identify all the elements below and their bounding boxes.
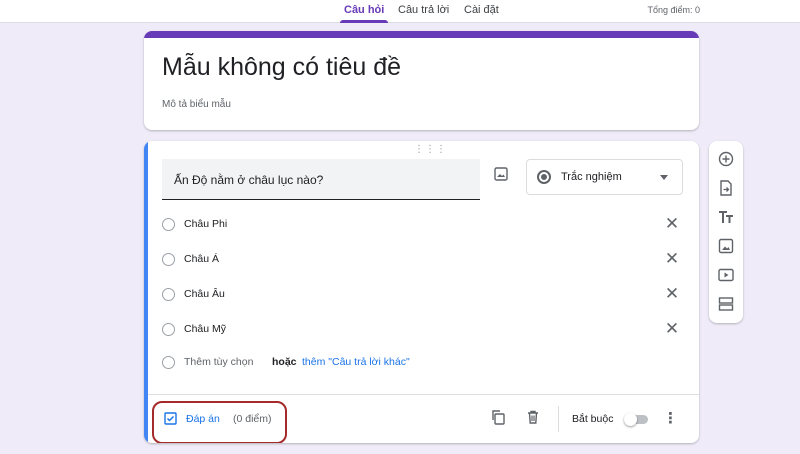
form-title-card: Mẫu không có tiêu đề Mô tả biểu mẫu bbox=[144, 31, 699, 130]
option-label[interactable]: Châu Á bbox=[184, 253, 219, 265]
question-input[interactable]: Ấn Độ nằm ở châu lục nào? bbox=[162, 159, 480, 200]
question-footer: Đáp án (0 điểm) Bắt buộc ⋮ bbox=[148, 394, 699, 443]
add-title-icon[interactable] bbox=[717, 208, 735, 226]
close-icon[interactable]: ✕ bbox=[662, 284, 682, 304]
option-label[interactable]: Châu Âu bbox=[184, 288, 225, 300]
radio-circle-icon bbox=[162, 218, 175, 231]
question-type-label: Trắc nghiệm bbox=[561, 171, 622, 183]
import-questions-icon[interactable] bbox=[717, 179, 735, 197]
required-toggle[interactable] bbox=[624, 413, 648, 426]
floating-toolbar bbox=[709, 141, 743, 323]
answer-key-button[interactable]: Đáp án bbox=[186, 413, 220, 425]
form-description[interactable]: Mô tả biểu mẫu bbox=[162, 99, 231, 110]
radio-circle-icon bbox=[162, 356, 175, 369]
question-type-dropdown[interactable]: Trắc nghiệm bbox=[526, 159, 683, 195]
title-card-accent bbox=[144, 31, 699, 38]
close-icon[interactable]: ✕ bbox=[662, 214, 682, 234]
option-row[interactable]: Châu Phi ✕ bbox=[162, 214, 682, 237]
drag-handle-icon[interactable]: ⋮⋮⋮ bbox=[414, 144, 447, 155]
or-text: hoặc bbox=[272, 356, 297, 368]
more-options-icon[interactable]: ⋮ bbox=[663, 409, 678, 427]
add-section-icon[interactable] bbox=[717, 295, 735, 313]
add-option-link[interactable]: Thêm tùy chọn bbox=[184, 356, 253, 368]
form-title[interactable]: Mẫu không có tiêu đề bbox=[162, 53, 401, 82]
required-label: Bắt buộc bbox=[572, 413, 614, 425]
radio-circle-icon bbox=[162, 288, 175, 301]
delete-icon[interactable] bbox=[525, 409, 541, 430]
add-other-link[interactable]: thêm "Câu trả lời khác" bbox=[302, 356, 410, 368]
toggle-knob bbox=[624, 413, 637, 426]
radio-button-icon bbox=[537, 170, 551, 184]
tab-questions[interactable]: Câu hỏi bbox=[339, 4, 389, 23]
tab-settings[interactable]: Cài đặt bbox=[464, 4, 499, 22]
add-image-icon[interactable] bbox=[717, 237, 735, 255]
option-label[interactable]: Châu Mỹ bbox=[184, 323, 226, 335]
checkbox-checked-icon[interactable] bbox=[164, 412, 177, 430]
points-label: (0 điểm) bbox=[233, 413, 272, 425]
add-video-icon[interactable] bbox=[717, 266, 735, 284]
option-row[interactable]: Châu Âu ✕ bbox=[162, 284, 682, 307]
add-option-row: Thêm tùy chọn hoặc thêm "Câu trả lời khá… bbox=[162, 353, 682, 375]
question-text: Ấn Độ nằm ở châu lục nào? bbox=[174, 173, 324, 187]
close-icon[interactable]: ✕ bbox=[662, 319, 682, 339]
option-row[interactable]: Châu Mỹ ✕ bbox=[162, 319, 682, 342]
close-icon[interactable]: ✕ bbox=[662, 249, 682, 269]
option-label[interactable]: Châu Phi bbox=[184, 218, 227, 230]
radio-circle-icon bbox=[162, 323, 175, 336]
total-points: Tổng điểm: 0 bbox=[647, 5, 700, 15]
add-image-icon[interactable] bbox=[494, 167, 508, 186]
question-card[interactable]: ⋮⋮⋮ Ấn Độ nằm ở châu lục nào? Trắc nghiệ… bbox=[144, 141, 699, 443]
option-row[interactable]: Châu Á ✕ bbox=[162, 249, 682, 272]
tab-responses[interactable]: Câu trả lời bbox=[398, 4, 449, 22]
divider bbox=[558, 406, 559, 432]
duplicate-icon[interactable] bbox=[490, 409, 506, 430]
chevron-down-icon bbox=[660, 175, 668, 180]
top-tab-bar: Câu hỏi Câu trả lời Cài đặt Tổng điểm: 0 bbox=[0, 0, 800, 23]
radio-circle-icon bbox=[162, 253, 175, 266]
add-question-icon[interactable] bbox=[717, 150, 735, 168]
